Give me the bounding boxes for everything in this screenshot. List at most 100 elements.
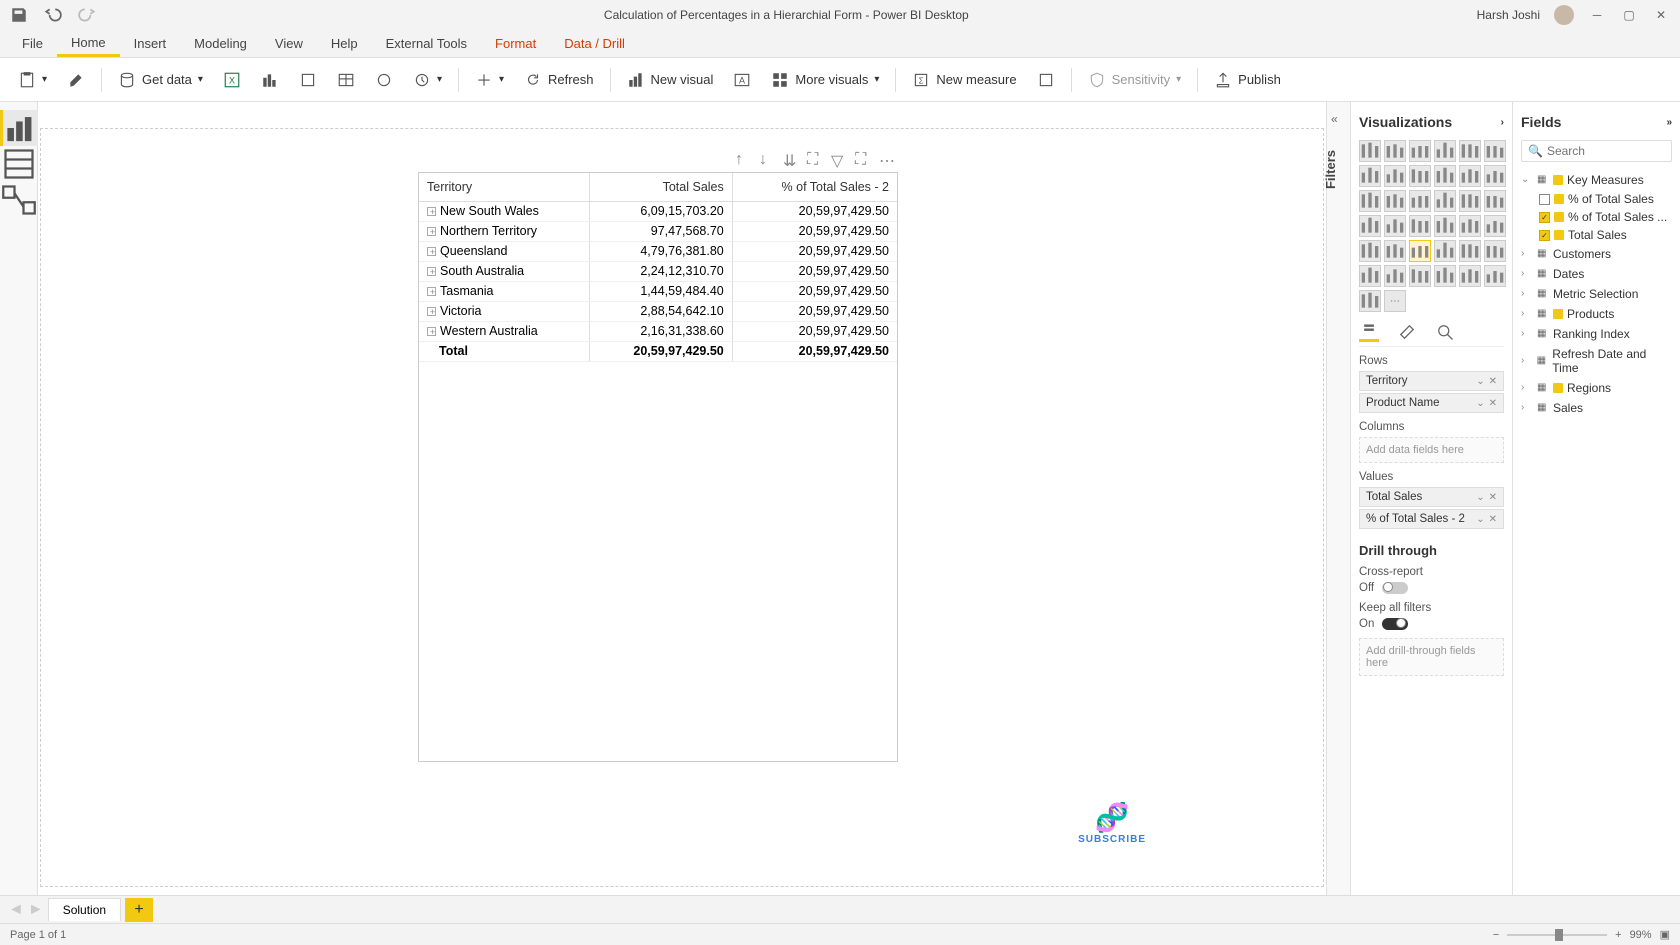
viz-type-icon[interactable]	[1384, 215, 1406, 237]
viz-type-icon[interactable]	[1409, 240, 1431, 262]
viz-type-icon[interactable]	[1359, 215, 1381, 237]
save-icon[interactable]	[10, 6, 28, 24]
table-row[interactable]: +Northern Territory97,47,568.7020,59,97,…	[419, 221, 897, 241]
viz-type-icon[interactable]	[1434, 165, 1456, 187]
drill-well[interactable]: Add drill-through fields here	[1359, 638, 1504, 676]
menu-modeling[interactable]: Modeling	[180, 30, 261, 57]
fit-page-button[interactable]: ▣	[1660, 928, 1670, 941]
field-node[interactable]: % of Total Sales	[1521, 190, 1672, 208]
viz-type-icon[interactable]	[1434, 190, 1456, 212]
menu-data-drill[interactable]: Data / Drill	[550, 30, 639, 57]
menu-insert[interactable]: Insert	[120, 30, 181, 57]
remove-icon[interactable]: ✕	[1489, 376, 1497, 387]
focus-icon[interactable]: ⛶	[855, 151, 871, 167]
viz-type-icon[interactable]	[1409, 215, 1431, 237]
filter-icon[interactable]: ▽	[831, 151, 847, 167]
chevron-down-icon[interactable]: ⌄	[1476, 376, 1484, 387]
paste-button[interactable]: ▾	[10, 67, 55, 93]
viz-type-icon[interactable]	[1459, 190, 1481, 212]
matrix-header-pct[interactable]: % of Total Sales - 2	[732, 173, 897, 201]
viz-type-icon[interactable]	[1459, 240, 1481, 262]
viz-type-icon[interactable]	[1359, 190, 1381, 212]
field-chip[interactable]: % of Total Sales - 2⌄✕	[1359, 509, 1504, 529]
drill-down-icon[interactable]: ↓	[759, 151, 775, 167]
viz-type-icon[interactable]	[1459, 140, 1481, 162]
textbox-button[interactable]: A	[725, 67, 759, 93]
page-tab-solution[interactable]: Solution	[48, 898, 121, 921]
search-input[interactable]	[1547, 144, 1665, 158]
fields-tab[interactable]	[1359, 322, 1379, 342]
expand-icon[interactable]: +	[427, 307, 436, 316]
matrix-visual[interactable]: ↑ ↓ ⇊ ⛶ ▽ ⛶ ⋯ Territory Total Sales % of…	[418, 172, 898, 762]
avatar[interactable]	[1554, 5, 1574, 25]
table-node[interactable]: ›▦Products	[1521, 304, 1672, 324]
expand-filters-icon[interactable]: «	[1331, 112, 1338, 126]
viz-type-icon[interactable]	[1384, 265, 1406, 287]
format-painter-button[interactable]	[59, 67, 93, 93]
expand-icon[interactable]: +	[427, 327, 436, 336]
zoom-slider[interactable]	[1507, 934, 1607, 936]
table-row[interactable]: +Victoria2,88,54,642.1020,59,97,429.50	[419, 301, 897, 321]
excel-button[interactable]: X	[215, 67, 249, 93]
viz-type-icon[interactable]	[1409, 190, 1431, 212]
get-data-button[interactable]: Get data▾	[110, 67, 211, 93]
viz-type-icon[interactable]	[1459, 165, 1481, 187]
field-checkbox[interactable]	[1539, 230, 1550, 241]
field-chip[interactable]: Total Sales⌄✕	[1359, 487, 1504, 507]
table-node[interactable]: ⌄▦Key Measures	[1521, 170, 1672, 190]
remove-icon[interactable]: ✕	[1489, 514, 1497, 525]
viz-type-icon[interactable]	[1434, 215, 1456, 237]
field-chip[interactable]: Territory⌄✕	[1359, 371, 1504, 391]
viz-type-icon[interactable]	[1434, 265, 1456, 287]
viz-type-icon[interactable]	[1484, 140, 1506, 162]
viz-type-icon[interactable]	[1359, 165, 1381, 187]
table-node[interactable]: ›▦Metric Selection	[1521, 284, 1672, 304]
chevron-down-icon[interactable]: ⌄	[1476, 398, 1484, 409]
remove-icon[interactable]: ✕	[1489, 492, 1497, 503]
values-well[interactable]: Total Sales⌄✕% of Total Sales - 2⌄✕	[1359, 487, 1504, 529]
table-node[interactable]: ›▦Dates	[1521, 264, 1672, 284]
minimize-icon[interactable]: ─	[1588, 6, 1606, 24]
matrix-header-sales[interactable]: Total Sales	[590, 173, 733, 201]
dataverse-button[interactable]	[367, 67, 401, 93]
publish-button[interactable]: Publish	[1206, 67, 1289, 93]
username[interactable]: Harsh Joshi	[1477, 8, 1540, 22]
table-row[interactable]: +New South Wales6,09,15,703.2020,59,97,4…	[419, 201, 897, 221]
chevron-down-icon[interactable]: ⌄	[1476, 492, 1484, 503]
viz-type-icon[interactable]	[1409, 165, 1431, 187]
viz-type-icon[interactable]	[1359, 290, 1381, 312]
expand-icon[interactable]: +	[427, 267, 436, 276]
table-node[interactable]: ›▦Ranking Index	[1521, 324, 1672, 344]
keep-filters-toggle[interactable]	[1382, 618, 1408, 630]
redo-icon[interactable]	[78, 6, 96, 24]
next-page-button[interactable]: ►	[28, 901, 44, 919]
viz-type-icon[interactable]	[1459, 215, 1481, 237]
rows-well[interactable]: Territory⌄✕Product Name⌄✕	[1359, 371, 1504, 413]
table-row[interactable]: +Tasmania1,44,59,484.4020,59,97,429.50	[419, 281, 897, 301]
new-visual-button[interactable]: New visual	[619, 67, 722, 93]
viz-type-icon[interactable]	[1434, 140, 1456, 162]
viz-type-icon[interactable]	[1384, 140, 1406, 162]
field-checkbox[interactable]	[1539, 194, 1550, 205]
prev-page-button[interactable]: ◄	[8, 901, 24, 919]
viz-type-icon[interactable]	[1484, 190, 1506, 212]
fields-search[interactable]: 🔍	[1521, 140, 1672, 162]
viz-type-icon[interactable]	[1484, 265, 1506, 287]
viz-type-icon[interactable]	[1359, 265, 1381, 287]
more-options-icon[interactable]: ⋯	[879, 151, 895, 167]
subscribe-badge[interactable]: 🧬 SUBSCRIBE	[1078, 801, 1146, 845]
report-view-button[interactable]	[0, 110, 38, 146]
viz-type-icon[interactable]	[1384, 165, 1406, 187]
enter-data-button[interactable]	[329, 67, 363, 93]
table-row[interactable]: +Queensland4,79,76,381.8020,59,97,429.50	[419, 241, 897, 261]
expand-icon[interactable]: +	[427, 247, 436, 256]
data-view-button[interactable]	[0, 146, 38, 182]
collapse-fields-icon[interactable]: »	[1666, 117, 1672, 128]
recent-button[interactable]: ▾	[405, 67, 450, 93]
chevron-down-icon[interactable]: ⌄	[1476, 514, 1484, 525]
expand-all-icon[interactable]: ⇊	[783, 151, 799, 167]
close-icon[interactable]: ✕	[1652, 6, 1670, 24]
model-view-button[interactable]	[0, 182, 38, 218]
table-row[interactable]: +Western Australia2,16,31,338.6020,59,97…	[419, 321, 897, 341]
maximize-icon[interactable]: ▢	[1620, 6, 1638, 24]
